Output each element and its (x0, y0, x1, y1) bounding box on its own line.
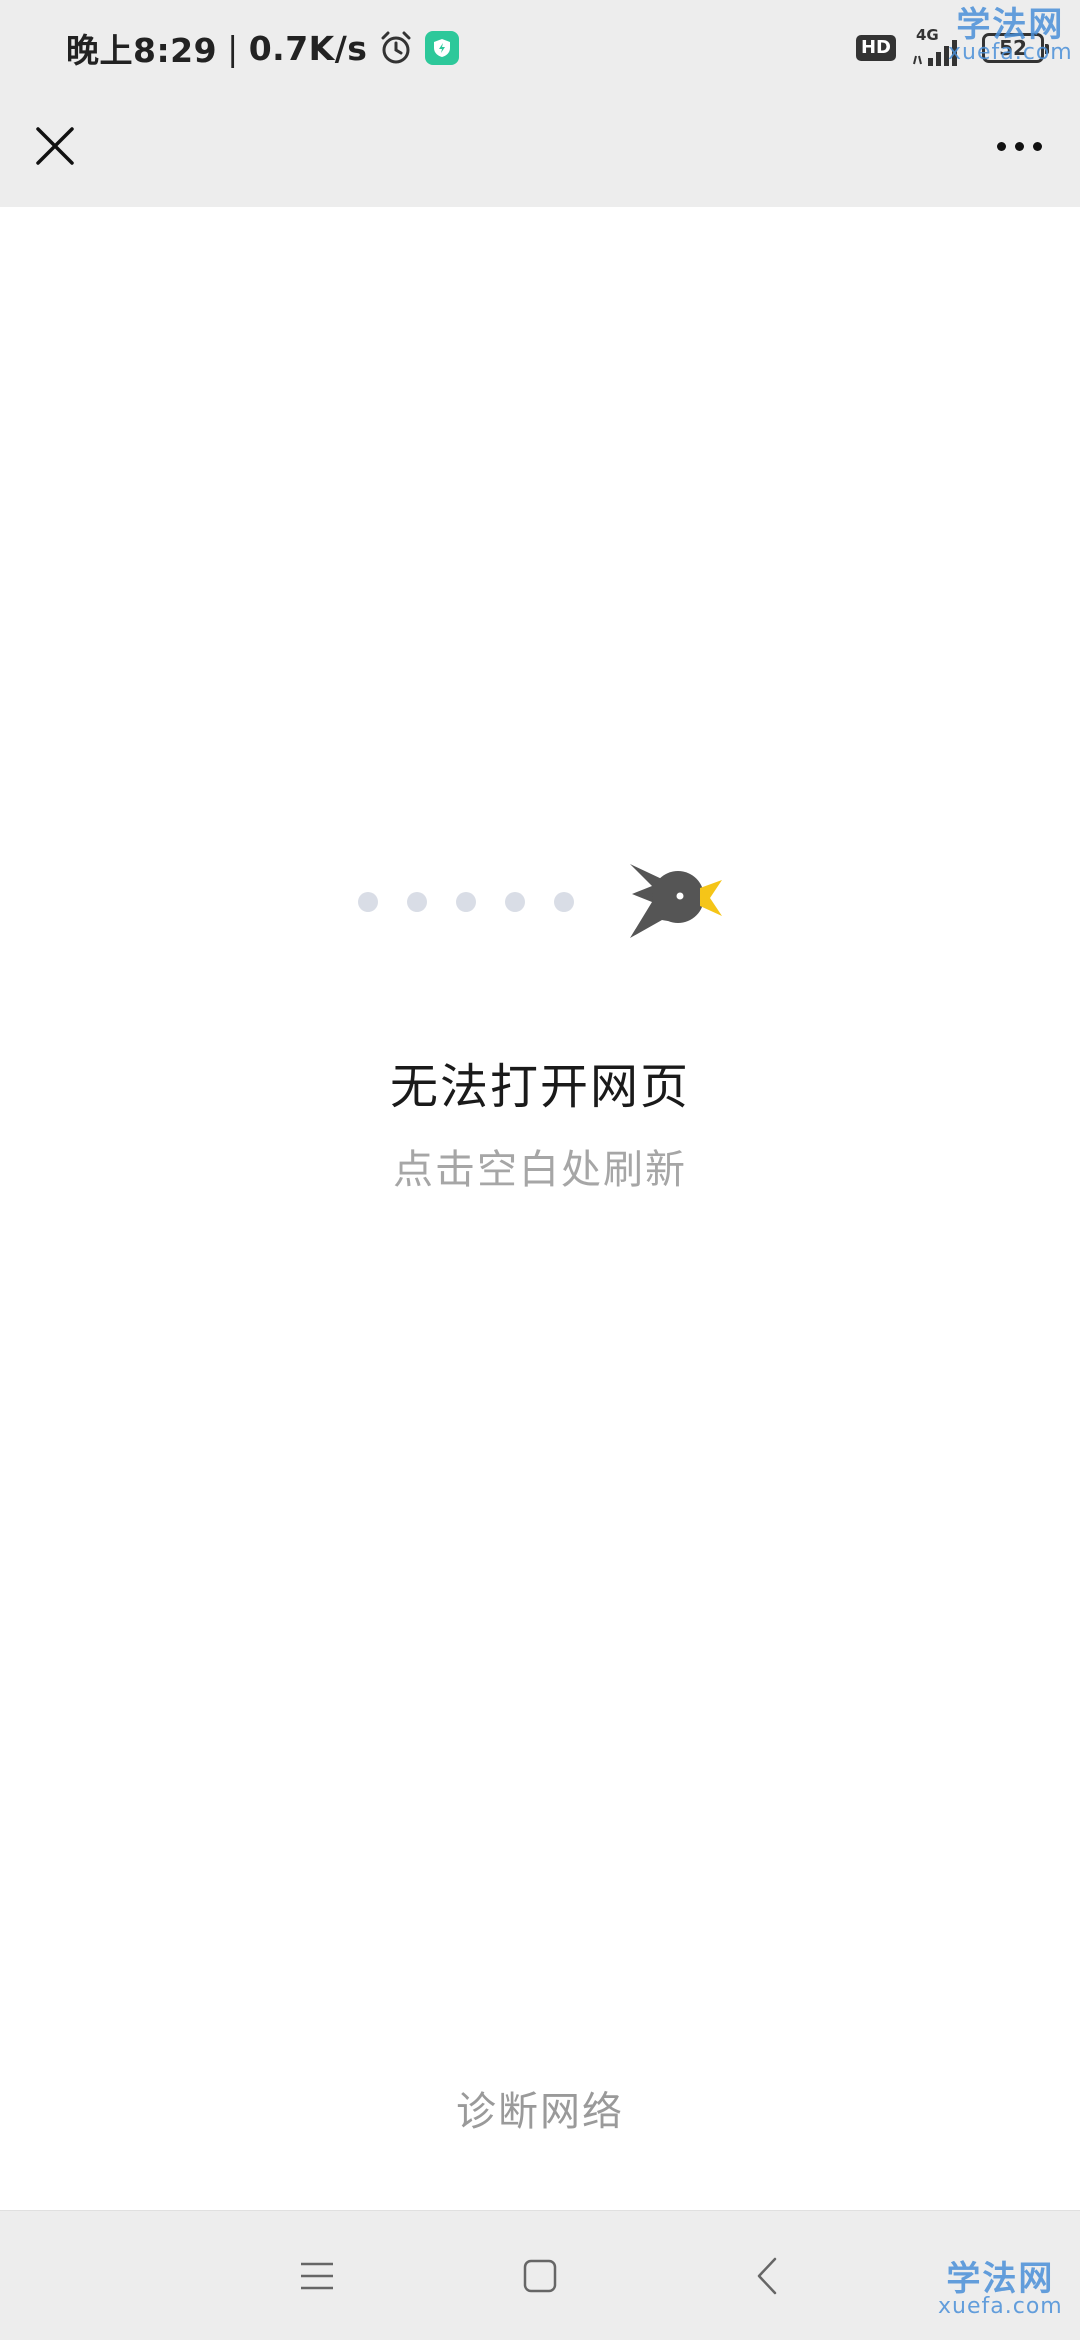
watermark-brand-bottom: 学法网 (946, 2259, 1055, 2299)
close-icon (36, 127, 74, 165)
system-nav-bar (0, 2210, 1080, 2340)
security-app-icon (425, 31, 460, 65)
watermark-domain: xuefa.com (948, 40, 1073, 65)
back-icon (757, 2257, 777, 2295)
bird-icon (630, 864, 722, 938)
status-separator: | (227, 28, 239, 68)
error-title: 无法打开网页 (389, 1059, 690, 1115)
trail-dot (407, 892, 427, 912)
more-icon (996, 141, 1006, 151)
trail-dot (554, 892, 574, 912)
more-icon-dot (1014, 141, 1024, 151)
trail-dot (456, 892, 476, 912)
menu-button[interactable] (282, 2241, 352, 2311)
more-button[interactable] (984, 117, 1054, 175)
refresh-area[interactable]: 无法打开网页 点击空白处刷新 诊断网络 (0, 207, 1080, 2210)
watermark-top: 学法网 xuefa.com (948, 8, 1073, 64)
back-button[interactable] (732, 2241, 802, 2311)
status-bar: 晚上8:29 | 0.7K/s HD 4G 52 (0, 0, 1080, 95)
status-time: 晚上8:29 (66, 31, 218, 70)
refresh-hint: 点击空白处刷新 (393, 1147, 687, 1193)
net-speed: 0.7K/s (248, 28, 368, 68)
home-icon (523, 2259, 557, 2293)
status-left: 晚上8:29 | 0.7K/s (66, 24, 460, 72)
watermark-brand: 学法网 (956, 5, 1065, 45)
close-button[interactable] (26, 117, 84, 175)
watermark-bottom: 学法网 xuefa.com (938, 2262, 1063, 2318)
home-button[interactable] (505, 2241, 575, 2311)
more-icon-dot (1032, 141, 1042, 151)
diagnose-network-link[interactable]: 诊断网络 (390, 2079, 690, 2137)
alarm-clock-icon (377, 29, 415, 67)
hd-badge: HD (855, 35, 896, 61)
menu-icon (301, 2262, 333, 2290)
screen: 晚上8:29 | 0.7K/s HD 4G 52 学法网 xuefa.com 无… (0, 0, 1080, 2340)
network-error-illustration (350, 852, 730, 952)
title-bar (0, 95, 1080, 207)
trail-dot (358, 892, 378, 912)
trail-dot (505, 892, 525, 912)
watermark-domain-bottom: xuefa.com (938, 2294, 1063, 2319)
